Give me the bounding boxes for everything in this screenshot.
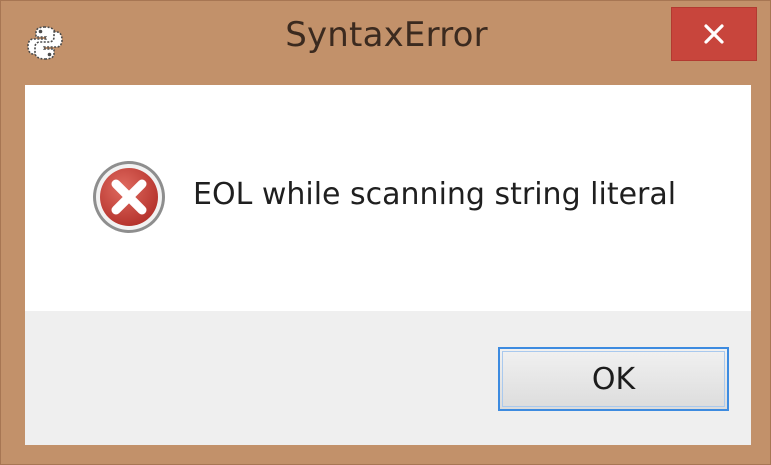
close-icon (704, 24, 724, 44)
title-bar[interactable]: SyntaxError (1, 1, 771, 85)
close-button[interactable] (671, 7, 757, 61)
error-message: EOL while scanning string literal (193, 177, 677, 212)
dialog-footer: OK (25, 311, 751, 445)
error-icon (93, 161, 165, 233)
ok-button[interactable]: OK (498, 347, 729, 411)
dialog-window: SyntaxError EOL while scanning string li… (0, 0, 771, 465)
dialog-content: EOL while scanning string literal (25, 85, 751, 311)
window-title: SyntaxError (285, 15, 488, 55)
